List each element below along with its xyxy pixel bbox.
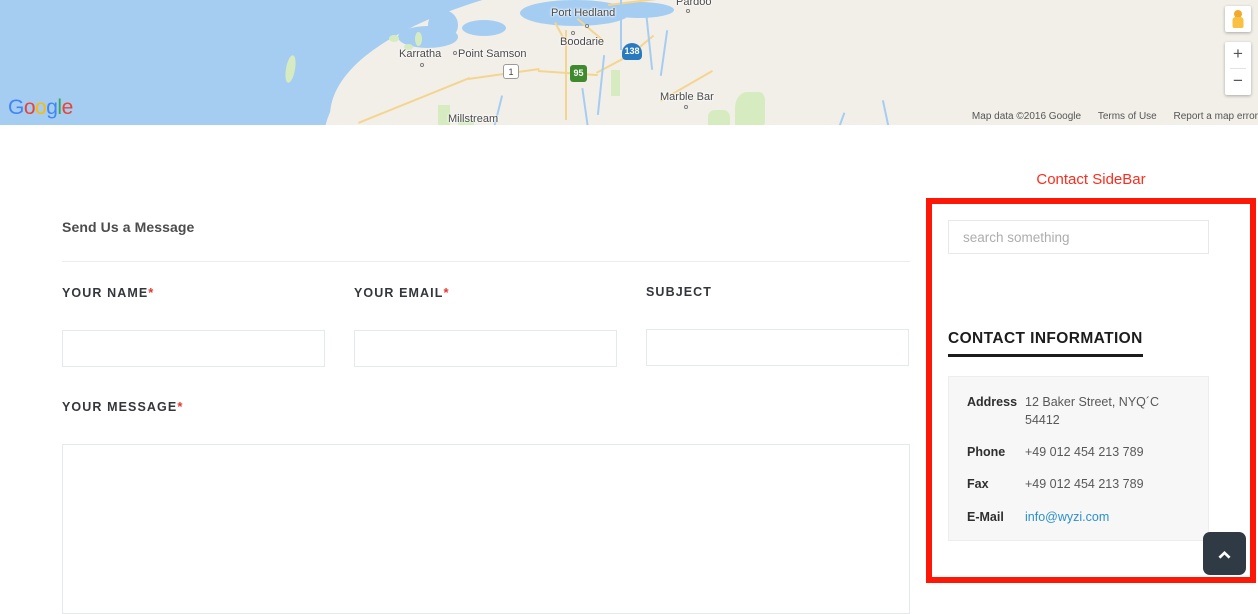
email-link[interactable]: info@wyzi.com — [1025, 510, 1109, 524]
map-label-port-hedland: Port Hedland — [551, 7, 616, 19]
contact-value-address: 12 Baker Street, NYQ´C 54412 — [1025, 395, 1160, 428]
map-water-bay — [462, 20, 506, 36]
map-label-boodarie: Boodarie — [560, 36, 605, 48]
contact-sidebar: CONTACT INFORMATION Address 12 Baker Str… — [926, 198, 1256, 583]
table-row: E-Mail info@wyzi.com — [967, 508, 1190, 526]
contact-value-phone: +49 012 454 213 789 — [1025, 445, 1144, 460]
map-green-area — [708, 110, 730, 125]
your-name-input[interactable] — [62, 330, 325, 367]
map-label-millstream: Millstream — [448, 113, 499, 125]
map-label-marble-bar: Marble Bar — [660, 91, 714, 103]
scroll-to-top-button[interactable] — [1203, 532, 1246, 575]
contact-information-heading: CONTACT INFORMATION — [948, 330, 1143, 357]
contact-value-fax: +49 012 454 213 789 — [1025, 477, 1144, 492]
map-city-dot — [420, 63, 424, 67]
required-marker: * — [148, 285, 155, 300]
contact-key-address: Address — [967, 395, 1018, 409]
map-island — [389, 35, 399, 42]
your-message-textarea[interactable] — [62, 444, 910, 614]
map-river — [620, 0, 622, 50]
map-city-dot — [453, 51, 457, 55]
map-green-area — [611, 70, 620, 96]
field-label-text: YOUR MESSAGE — [62, 400, 178, 414]
contact-information-table: Address 12 Baker Street, NYQ´C 54412 Pho… — [948, 376, 1209, 541]
pegman-body-icon — [1232, 17, 1244, 28]
field-label-text: YOUR NAME — [62, 286, 149, 300]
map-green-area — [735, 92, 765, 125]
map-city-dot — [686, 9, 690, 13]
field-your-name: YOUR NAME* — [62, 285, 325, 367]
subject-input[interactable] — [646, 329, 909, 366]
form-divider — [62, 261, 910, 262]
your-email-input[interactable] — [354, 330, 617, 367]
chevron-up-icon — [1218, 551, 1231, 559]
field-label-text: YOUR EMAIL — [354, 286, 444, 300]
contact-key-phone: Phone — [967, 445, 1006, 460]
map-attribution: Map data ©2016 Google Terms of Use Repor… — [958, 111, 1258, 122]
map-water-bay — [428, 10, 458, 40]
page-content: Send Us a Message YOUR NAME* YOUR EMAIL*… — [0, 125, 1258, 614]
report-map-error-link[interactable]: Report a map error — [1174, 111, 1258, 122]
map-label-pardoo: Pardoo — [676, 0, 712, 8]
map-island — [283, 54, 298, 84]
map-island — [415, 32, 422, 46]
table-row: Address 12 Baker Street, NYQ´C 54412 — [967, 393, 1190, 429]
map-city-dot — [684, 105, 688, 109]
street-view-pegman-button[interactable] — [1225, 6, 1251, 32]
field-label-your-message: YOUR MESSAGE* — [62, 399, 910, 414]
google-logo: Google — [8, 96, 73, 119]
sidebar-inner: CONTACT INFORMATION Address 12 Baker Str… — [932, 204, 1250, 577]
field-label-your-email: YOUR EMAIL* — [354, 285, 617, 300]
required-marker: * — [443, 285, 450, 300]
terms-of-use-link[interactable]: Terms of Use — [1098, 111, 1157, 122]
map-city-dot — [585, 24, 589, 28]
form-title: Send Us a Message — [62, 219, 195, 235]
field-label-your-name: YOUR NAME* — [62, 285, 325, 300]
map-city-dot — [571, 31, 575, 35]
map-label-karratha: Karratha — [399, 48, 442, 60]
contact-key-email: E-Mail — [967, 509, 1004, 524]
map-label-point-samson: Point Samson — [458, 48, 527, 60]
map-data-copyright: Map data ©2016 Google — [971, 111, 1082, 122]
table-row: Phone +49 012 454 213 789 — [967, 443, 1190, 461]
map-highway-shield-95: 95 — [570, 65, 587, 82]
zoom-out-button[interactable]: − — [1225, 69, 1251, 95]
map-controls: + − — [1225, 6, 1251, 95]
required-marker: * — [177, 399, 184, 414]
contact-key-fax: Fax — [967, 477, 989, 492]
map-zoom-controls: + − — [1225, 42, 1251, 95]
zoom-in-button[interactable]: + — [1225, 42, 1251, 68]
map-highway-shield-1: 1 — [503, 64, 519, 79]
contact-value-email: info@wyzi.com — [1025, 508, 1190, 526]
sidebar-caption: Contact SideBar — [1036, 171, 1146, 188]
google-map[interactable]: Port Hedland Boodarie Karratha Point Sam… — [0, 0, 1258, 125]
field-your-email: YOUR EMAIL* — [354, 285, 617, 367]
field-label-subject: SUBJECT — [646, 285, 713, 299]
table-row: Fax +49 012 454 213 789 — [967, 475, 1190, 493]
field-subject: SUBJECT — [646, 285, 909, 367]
search-input[interactable] — [948, 220, 1209, 254]
form-field-row: YOUR NAME* YOUR EMAIL* SUBJECT — [62, 285, 910, 367]
contact-form: Send Us a Message YOUR NAME* YOUR EMAIL*… — [62, 219, 910, 614]
map-highway-shield-138: 138 — [622, 43, 642, 60]
